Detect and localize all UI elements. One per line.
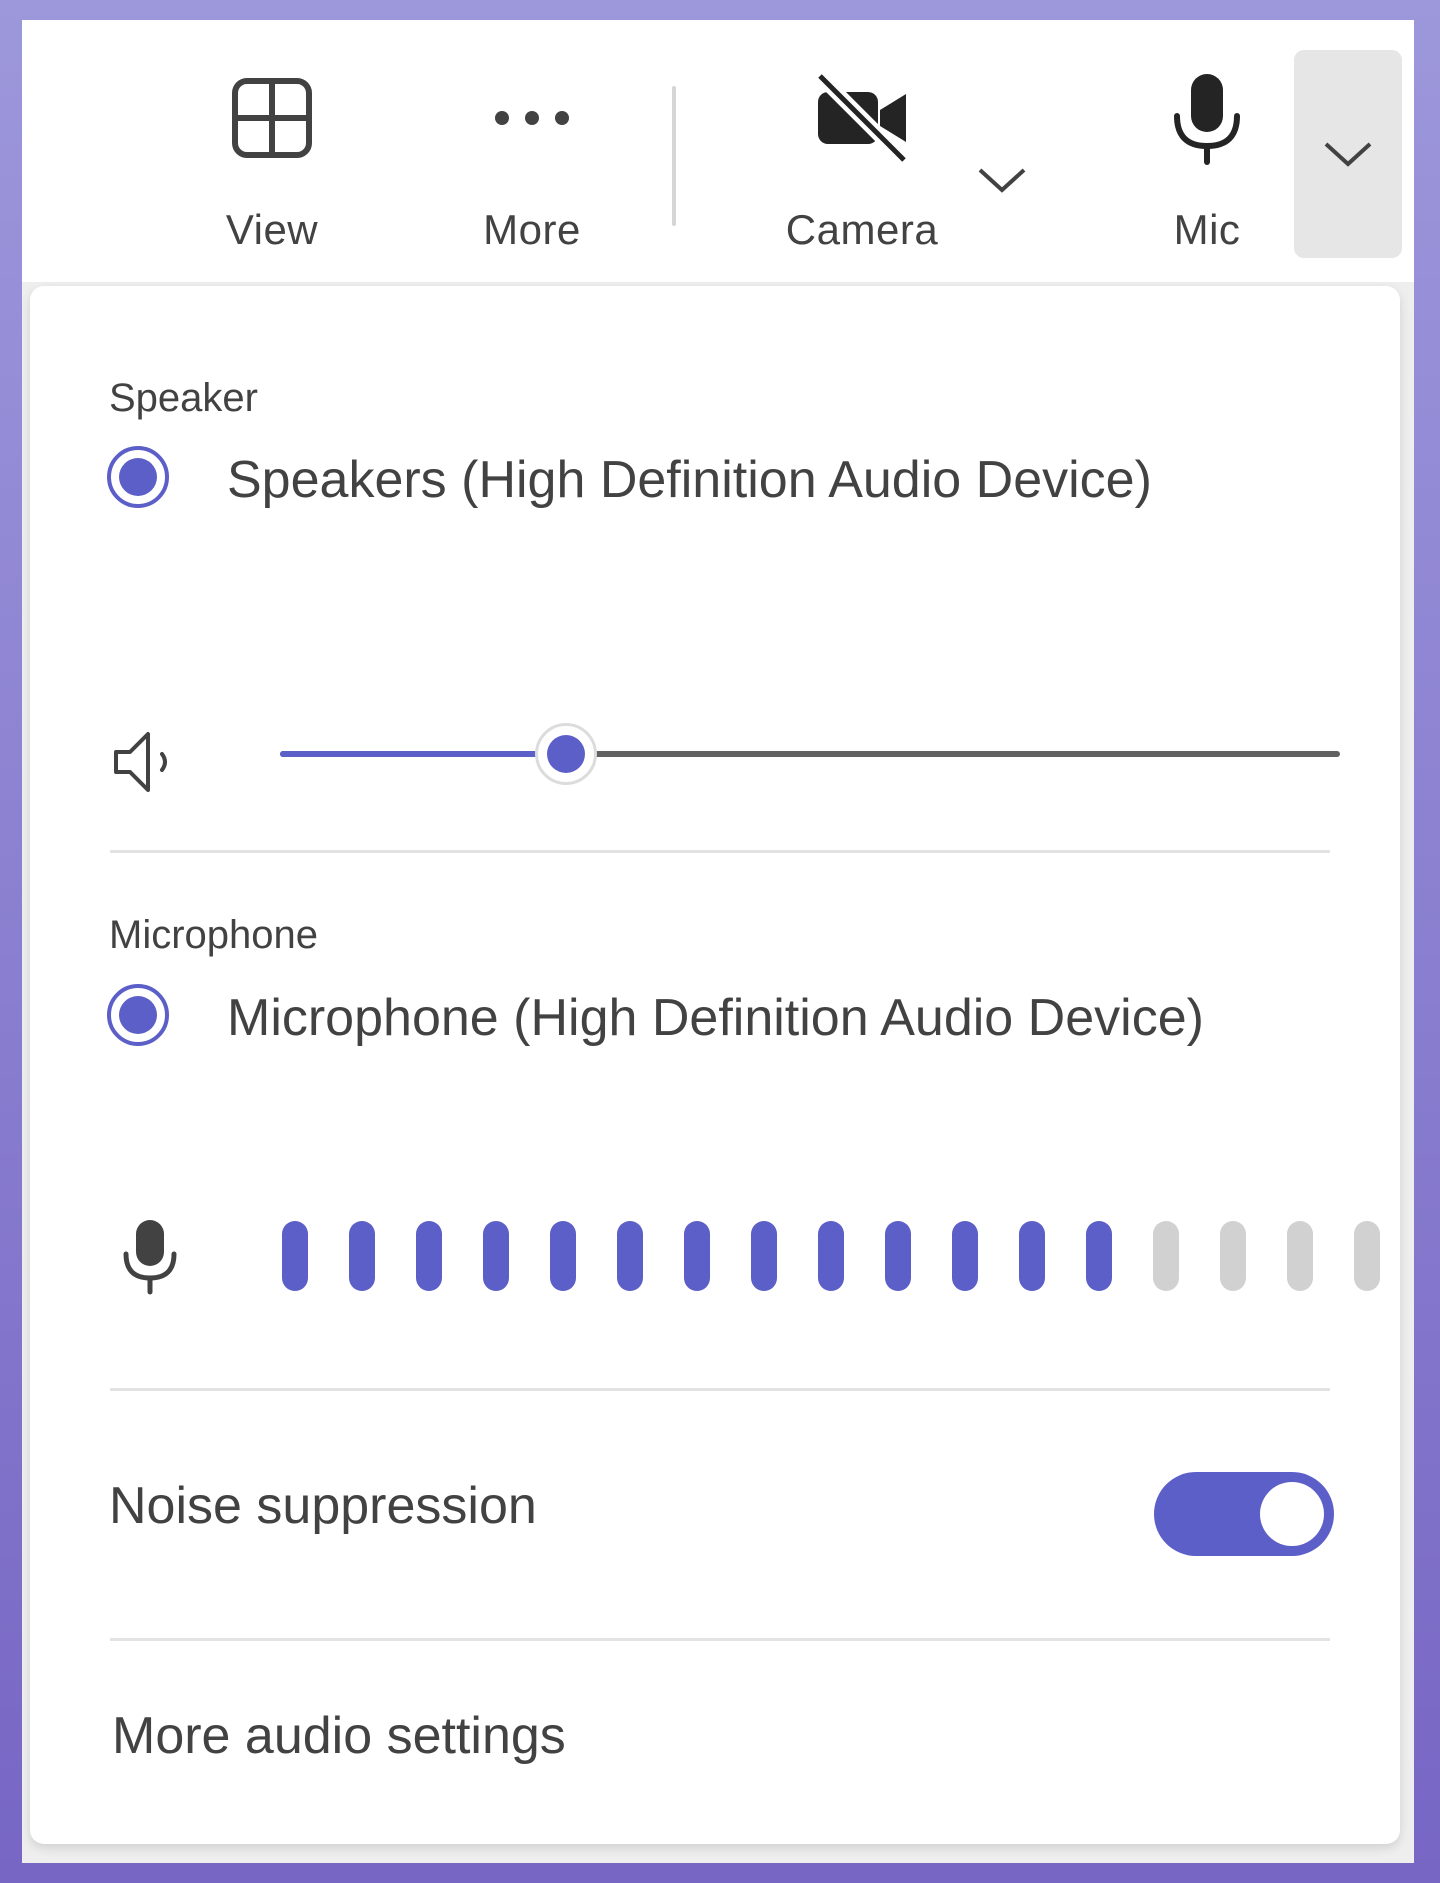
divider — [110, 1388, 1330, 1391]
level-bar-inactive — [1354, 1221, 1380, 1291]
level-bar-active — [349, 1221, 375, 1291]
mic-icon — [118, 1216, 182, 1301]
microphone-device-option[interactable]: Microphone (High Definition Audio Device… — [107, 974, 1307, 1154]
level-bar-active — [818, 1221, 844, 1291]
noise-suppression-label: Noise suppression — [109, 1477, 537, 1535]
more-label: More — [483, 206, 581, 253]
speaker-radio[interactable] — [107, 446, 169, 508]
mic-options-chevron[interactable] — [1294, 50, 1402, 258]
chevron-down-icon — [1324, 142, 1372, 167]
level-bar-active — [751, 1221, 777, 1291]
camera-label: Camera — [785, 206, 939, 253]
toolbar-divider — [672, 86, 676, 226]
level-bar-active — [1086, 1221, 1112, 1291]
level-bar-active — [952, 1221, 978, 1291]
noise-suppression-toggle[interactable] — [1154, 1472, 1334, 1556]
level-bar-active — [1019, 1221, 1045, 1291]
microphone-radio[interactable] — [107, 984, 169, 1046]
level-bar-active — [416, 1221, 442, 1291]
level-bar-active — [684, 1221, 710, 1291]
level-bar-inactive — [1220, 1221, 1246, 1291]
volume-slider-thumb[interactable] — [535, 723, 598, 785]
more-audio-settings-link[interactable]: More audio settings — [112, 1706, 566, 1766]
level-bar-active — [885, 1221, 911, 1291]
view-button[interactable]: View — [172, 70, 372, 280]
divider — [110, 1638, 1330, 1641]
volume-slider-fill — [280, 751, 567, 757]
grid-icon — [231, 70, 313, 166]
level-bar-active — [483, 1221, 509, 1291]
meeting-toolbar: View More Camera Mic — [22, 20, 1414, 282]
microphone-level-row — [110, 1216, 1380, 1306]
more-dots-icon — [492, 70, 572, 166]
level-bar-inactive — [1287, 1221, 1313, 1291]
level-bar-active — [282, 1221, 308, 1291]
camera-off-icon — [812, 70, 912, 166]
level-bar-active — [550, 1221, 576, 1291]
audio-settings-panel: Speaker Speakers (High Definition Audio … — [30, 286, 1400, 1844]
volume-slider[interactable] — [280, 723, 1340, 785]
chevron-down-icon — [978, 168, 1026, 193]
toggle-knob — [1260, 1482, 1324, 1546]
mic-icon — [1167, 70, 1247, 166]
speaker-section-title: Speaker — [109, 376, 258, 420]
speaker-volume-row — [110, 716, 1340, 796]
mic-label: Mic — [1173, 206, 1241, 253]
device-settings-window: View More Camera Mic Speaker Speakers (H… — [22, 20, 1414, 1863]
microphone-section-title: Microphone — [109, 913, 319, 957]
level-bar-inactive — [1153, 1221, 1179, 1291]
divider — [110, 850, 1330, 853]
camera-button[interactable]: Camera — [752, 70, 972, 280]
level-bar-active — [617, 1221, 643, 1291]
speaker-icon — [110, 726, 182, 803]
speaker-device-option[interactable]: Speakers (High Definition Audio Device) — [107, 436, 1307, 616]
more-button[interactable]: More — [432, 70, 632, 280]
camera-options-chevron[interactable] — [972, 160, 1032, 200]
microphone-device-label: Microphone (High Definition Audio Device… — [227, 989, 1204, 1047]
mic-button[interactable]: Mic — [1107, 70, 1307, 280]
view-label: View — [225, 206, 319, 253]
speaker-device-label: Speakers (High Definition Audio Device) — [227, 451, 1152, 509]
